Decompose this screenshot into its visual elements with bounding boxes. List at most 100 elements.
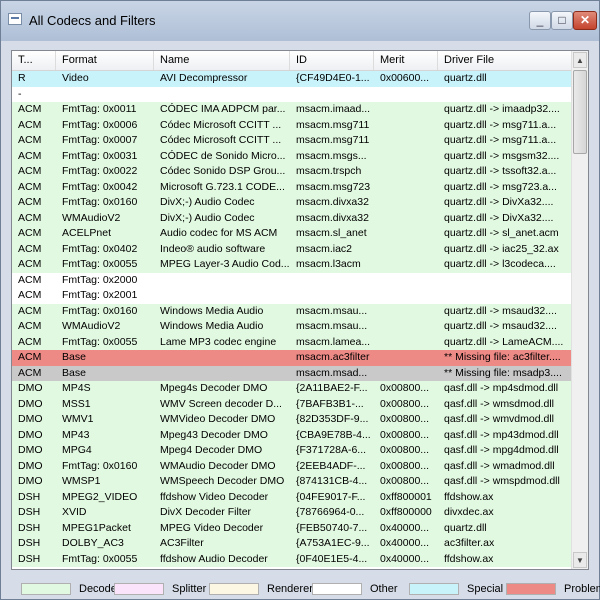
cell-type: ACM bbox=[18, 180, 42, 193]
cell-type: ACM bbox=[18, 304, 42, 317]
minimize-button[interactable]: _ bbox=[529, 11, 551, 30]
cell-merit bbox=[374, 335, 438, 351]
cell-format: FmtTag: 0x0007 bbox=[62, 134, 138, 146]
cell-format: WMAudioV2 bbox=[62, 211, 121, 224]
scroll-up-arrow-icon[interactable]: ▲ bbox=[573, 52, 587, 68]
cell-merit: 0x40000... bbox=[380, 552, 430, 565]
cell-driver-file: quartz.dll -> tssoft32.a... bbox=[444, 165, 557, 177]
scroll-down-arrow-icon[interactable]: ▼ bbox=[573, 552, 587, 568]
column-type[interactable]: T... bbox=[12, 51, 56, 70]
cell-driver-file: qasf.dll -> mp4sdmod.dll bbox=[444, 382, 559, 394]
cell-merit bbox=[374, 180, 438, 196]
cell-id: {874131CB-4... bbox=[296, 475, 368, 487]
cell-name: CÓDEC IMA ADPCM par... bbox=[160, 103, 286, 115]
cell-name bbox=[154, 350, 290, 366]
table-row[interactable]: ACM WMAudioV2 Windows Media Audio msacm.msa… bbox=[12, 319, 571, 335]
cell-name bbox=[154, 366, 290, 382]
column-driver-file[interactable]: Driver File bbox=[438, 51, 571, 70]
cell-name bbox=[154, 87, 290, 103]
cell-type: DSH bbox=[18, 521, 41, 534]
table-row[interactable]: DMO MPG4 Mpeg4 Decoder DMO {F371728A-6... 0x… bbox=[12, 443, 571, 459]
cell-id: msacm.msau... bbox=[296, 320, 368, 332]
table-row[interactable]: ACM FmtTag: 0x0160 DivX;-) Audio Codec msac… bbox=[12, 195, 571, 211]
cell-name: AVI Decompressor bbox=[160, 72, 248, 84]
table-row[interactable]: ACM FmtTag: 0x0055 Lame MP3 codec engine ms… bbox=[12, 334, 571, 351]
cell-type: ACM bbox=[18, 351, 42, 363]
cell-format: MP43 bbox=[62, 428, 90, 441]
vertical-scrollbar[interactable]: ▲ ▼ bbox=[571, 51, 588, 569]
column-format[interactable]: Format bbox=[56, 51, 154, 70]
cell-id: {04FE9017-F... bbox=[296, 490, 366, 503]
cell-driver-file: quartz.dll -> DivXa32.... bbox=[444, 196, 554, 208]
table-row[interactable]: DMO MP43 Mpeg43 Decoder DMO {CBA9E78B-4... 0… bbox=[12, 427, 571, 443]
cell-id: msacm.l3acm bbox=[296, 258, 361, 270]
table-row[interactable]: ACM FmtTag: 0x2001 bbox=[12, 288, 571, 304]
cell-merit: 0x00800... bbox=[380, 397, 430, 410]
table-row[interactable]: DSH FmtTag: 0x0055 ffdshow Audio Decoder {0… bbox=[12, 551, 571, 567]
cell-type: ACM bbox=[18, 289, 42, 301]
table-row[interactable]: DSH MPEG1Packet MPEG Video Decoder {FEB5074… bbox=[12, 520, 571, 536]
cell-merit: 0x00800... bbox=[380, 475, 430, 487]
table-row[interactable]: ACM FmtTag: 0x0011 CÓDEC IMA ADPCM par... m… bbox=[12, 102, 571, 118]
table-row[interactable]: ACM FmtTag: 0x0042 Microsoft G.723.1 CODE.… bbox=[12, 179, 571, 196]
cell-format: WMAudioV2 bbox=[62, 320, 121, 332]
cell-driver-file: quartz.dll -> msaud32.... bbox=[444, 304, 557, 317]
table-row[interactable]: ACM FmtTag: 0x0031 CÓDEC de Sonido Micro..… bbox=[12, 148, 571, 165]
column-merit[interactable]: Merit bbox=[374, 51, 438, 70]
table-row[interactable]: ACM ACELPnet Audio codec for MS ACM msacm.s… bbox=[12, 226, 571, 242]
cell-id: msacm.lamea... bbox=[296, 335, 371, 348]
cell-merit: 0x00800... bbox=[380, 382, 430, 394]
cell-name: ffdshow Audio Decoder bbox=[160, 552, 268, 565]
table-row[interactable]: DMO MSS1 WMV Screen decoder D... {7BAFB3B1-… bbox=[12, 396, 571, 412]
cell-type: ACM bbox=[18, 273, 42, 286]
column-name[interactable]: Name bbox=[154, 51, 290, 70]
table-row[interactable]: ACM FmtTag: 0x0402 Indeo® audio software ms… bbox=[12, 241, 571, 257]
cell-type: DMO bbox=[18, 428, 43, 441]
scroll-thumb[interactable] bbox=[573, 70, 587, 154]
table-row[interactable]: ACM Base msacm.msad... ** Missing file: msa… bbox=[12, 365, 571, 382]
cell-merit bbox=[374, 149, 438, 165]
cell-type: ACM bbox=[18, 335, 42, 348]
table-row[interactable]: DSH MPEG2_VIDEO ffdshow Video Decoder {04FE… bbox=[12, 489, 571, 505]
column-id[interactable]: ID bbox=[290, 51, 374, 70]
legend-swatch bbox=[312, 583, 362, 595]
cell-driver-file: ffdshow.ax bbox=[444, 552, 494, 565]
cell-format: Base bbox=[62, 366, 86, 379]
title-bar[interactable]: All Codecs and Filters _ □ ✕ bbox=[1, 1, 599, 41]
table-row[interactable]: - bbox=[12, 86, 571, 103]
table-row[interactable]: ACM WMAudioV2 DivX;-) Audio Codec msacm.div… bbox=[12, 210, 571, 227]
cell-id: msacm.msg723 bbox=[296, 180, 371, 193]
table-row[interactable]: ACM Base msacm.ac3filter ** Missing file: a… bbox=[12, 350, 571, 366]
cell-merit bbox=[374, 211, 438, 227]
cell-merit bbox=[374, 164, 438, 180]
cell-type: ACM bbox=[18, 149, 42, 162]
table-row[interactable]: R Video AVI Decompressor {CF49D4E0-1... 0x00… bbox=[12, 71, 571, 87]
cell-format: FmtTag: 0x0006 bbox=[62, 118, 138, 131]
table-row[interactable]: ACM FmtTag: 0x0055 MPEG Layer-3 Audio Cod.… bbox=[12, 257, 571, 273]
table-row[interactable]: DMO WMSP1 WMSpeech Decoder DMO {874131CB-4.… bbox=[12, 474, 571, 490]
table-row[interactable]: ACM FmtTag: 0x0160 Windows Media Audio msac… bbox=[12, 303, 571, 319]
table-row[interactable]: ACM FmtTag: 0x0007 Códec Microsoft CCITT .… bbox=[12, 133, 571, 149]
table-row[interactable]: DSH XVID DivX Decoder Filter {78766964-0...… bbox=[12, 505, 571, 521]
cell-type: DMO bbox=[18, 413, 43, 425]
codec-list[interactable]: T... Format Name ID Merit Driver File R V… bbox=[11, 50, 589, 570]
cell-type: DSH bbox=[18, 506, 41, 518]
maximize-button[interactable]: □ bbox=[551, 11, 573, 30]
close-button[interactable]: ✕ bbox=[573, 11, 597, 30]
table-row[interactable]: DMO WMV1 WMVideo Decoder DMO {82D353DF-9...… bbox=[12, 412, 571, 428]
table-row[interactable]: DMO FmtTag: 0x0160 WMAudio Decoder DMO {2EE… bbox=[12, 458, 571, 474]
table-row[interactable]: DSH DOLBY_AC3 AC3Filter {A753A1EC-9... 0x400… bbox=[12, 536, 571, 552]
table-row[interactable]: ACM FmtTag: 0x0006 Códec Microsoft CCITT .… bbox=[12, 117, 571, 133]
cell-format: FmtTag: 0x0055 bbox=[62, 335, 138, 348]
cell-merit bbox=[374, 273, 438, 289]
cell-name: WMSpeech Decoder DMO bbox=[160, 475, 285, 487]
table-row[interactable]: ACM FmtTag: 0x2000 bbox=[12, 272, 571, 289]
cell-driver-file: quartz.dll -> msgsm32.... bbox=[444, 149, 560, 162]
legend-swatch bbox=[209, 583, 259, 595]
cell-id: {2EEB4ADF-... bbox=[296, 459, 366, 472]
cell-type: ACM bbox=[18, 366, 42, 379]
table-row[interactable]: ACM FmtTag: 0x0022 Códec Sonido DSP Grou..… bbox=[12, 164, 571, 180]
table-row[interactable]: DMO MP4S Mpeg4s Decoder DMO {2A11BAE2-F... 0… bbox=[12, 381, 571, 397]
legend-label: Problem bbox=[564, 583, 600, 595]
cell-name: Códec Sonido DSP Grou... bbox=[160, 165, 286, 177]
